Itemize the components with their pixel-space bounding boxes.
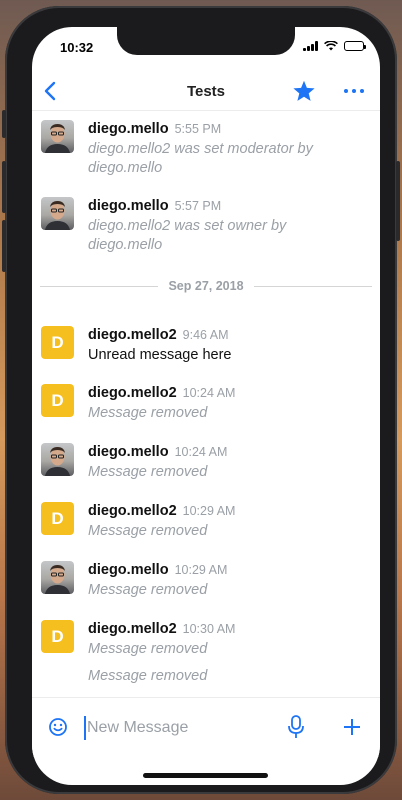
removed-message-text: Message removed <box>88 464 208 480</box>
username[interactable]: diego.mello <box>88 198 169 214</box>
message-time: 10:24 AM <box>182 386 236 400</box>
avatar[interactable]: D <box>41 620 74 653</box>
avatar[interactable]: D <box>41 384 74 417</box>
signal-icon <box>303 41 318 51</box>
room-title[interactable]: Tests <box>32 83 380 100</box>
favorite-button[interactable] <box>290 77 318 105</box>
home-indicator[interactable] <box>143 773 268 778</box>
more-options-button[interactable] <box>340 81 368 101</box>
status-time: 10:32 <box>60 40 94 55</box>
message-header: diego.mello2 10:24 AM <box>88 384 235 402</box>
message-time: 5:55 PM <box>174 122 222 136</box>
mute-switch <box>2 110 6 138</box>
username[interactable]: diego.mello2 <box>88 385 177 401</box>
message-time: 10:24 AM <box>174 445 228 459</box>
avatar[interactable] <box>41 120 74 153</box>
avatar[interactable]: D <box>41 326 74 359</box>
message-time: 5:57 PM <box>174 199 222 213</box>
add-attachment-button[interactable] <box>341 716 363 738</box>
phone-frame: 10:32 Tests diego.mello 5:55 PM diego.me… <box>2 6 400 794</box>
screen: 10:32 Tests diego.mello 5:55 PM diego.me… <box>32 27 380 785</box>
volume-down-button <box>2 220 6 272</box>
volume-up-button <box>2 161 6 213</box>
username[interactable]: diego.mello2 <box>88 503 177 519</box>
username[interactable]: diego.mello2 <box>88 327 177 343</box>
avatar[interactable] <box>41 561 74 594</box>
message-header: diego.mello2 9:46 AM <box>88 326 229 344</box>
message-item[interactable]: diego.mello 5:57 PM diego.mello2 was set … <box>32 197 380 257</box>
avatar[interactable]: D <box>41 502 74 535</box>
microphone-button[interactable] <box>285 714 307 740</box>
message-text: Unread message here <box>88 347 232 363</box>
message-list: diego.mello 5:55 PM diego.mello2 was set … <box>32 112 380 697</box>
message-header: diego.mello 10:29 AM <box>88 561 227 579</box>
emoji-button[interactable] <box>47 716 69 738</box>
username[interactable]: diego.mello <box>88 444 169 460</box>
message-item[interactable]: D diego.mello2 10:29 AM Message removed <box>32 502 380 552</box>
date-separator: Sep 27, 2018 <box>40 278 372 294</box>
message-time: 10:30 AM <box>182 622 236 636</box>
microphone-icon <box>288 715 304 738</box>
system-message-text: diego.mello2 was set moderator by diego.… <box>88 141 313 176</box>
battery-icon <box>344 41 366 51</box>
message-item[interactable]: D diego.mello2 10:24 AM Message removed <box>32 384 380 434</box>
date-separator-label: Sep 27, 2018 <box>168 279 244 293</box>
message-composer <box>32 697 380 757</box>
message-item[interactable]: diego.mello 5:55 PM diego.mello2 was set … <box>32 120 380 180</box>
message-time: 9:46 AM <box>182 328 229 342</box>
message-header: diego.mello 5:55 PM <box>88 120 221 138</box>
plus-icon <box>344 719 360 735</box>
removed-message-text: Message removed <box>88 582 208 598</box>
room-header: Tests <box>32 71 380 111</box>
username[interactable]: diego.mello <box>88 121 169 137</box>
avatar[interactable] <box>41 197 74 230</box>
removed-message-text: Message removed <box>88 405 208 421</box>
star-icon <box>293 80 315 101</box>
status-icons <box>303 41 366 51</box>
message-header: diego.mello 10:24 AM <box>88 443 227 461</box>
message-item[interactable]: diego.mello 10:24 AM Message removed <box>32 443 380 493</box>
message-header: diego.mello2 10:30 AM <box>88 620 235 638</box>
message-time: 10:29 AM <box>174 563 228 577</box>
wifi-icon <box>324 41 338 51</box>
message-input[interactable] <box>84 716 274 740</box>
user-photo-avatar <box>45 565 70 594</box>
system-message-text: diego.mello2 was set owner by diego.mell… <box>88 218 287 253</box>
message-header: diego.mello2 10:29 AM <box>88 502 235 520</box>
user-photo-avatar <box>45 447 70 476</box>
notch <box>117 27 295 55</box>
message-time: 10:29 AM <box>182 504 236 518</box>
emoji-icon <box>49 718 67 736</box>
username[interactable]: diego.mello <box>88 562 169 578</box>
removed-message-text: Message removed <box>88 668 208 684</box>
avatar[interactable] <box>41 443 74 476</box>
message-item[interactable]: D diego.mello2 10:30 AM Message removed <box>32 620 380 670</box>
message-header: diego.mello 5:57 PM <box>88 197 221 215</box>
message-item-continuation[interactable]: Message removed <box>32 667 380 689</box>
user-photo-avatar <box>45 124 70 153</box>
more-horizontal-icon <box>344 89 348 93</box>
message-item[interactable]: diego.mello 10:29 AM Message removed <box>32 561 380 611</box>
username[interactable]: diego.mello2 <box>88 621 177 637</box>
power-button <box>396 161 400 241</box>
removed-message-text: Message removed <box>88 641 208 657</box>
user-photo-avatar <box>45 201 70 230</box>
removed-message-text: Message removed <box>88 523 208 539</box>
message-item[interactable]: D diego.mello2 9:46 AM Unread message her… <box>32 326 380 376</box>
